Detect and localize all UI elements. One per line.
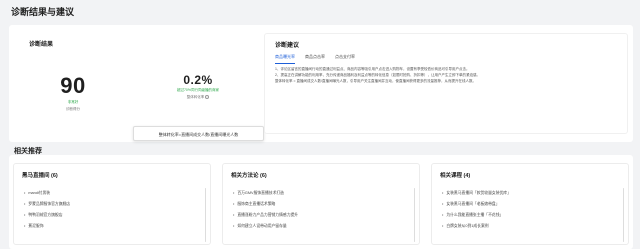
suggestion-body: 1、评论区留言的直播间行动的直通过利益点、商品内容等吸引用户点击进入购物车，设置… (275, 66, 621, 84)
list-item[interactable]: 直播涨粉力产品力营销力情感力提升 (233, 210, 298, 221)
rec-list: 女装黑马直播间「款货较量女装优库」 女装黑马直播间「老板娘带盘」 为什么我能直播… (442, 188, 511, 232)
rec-list: mandi付男装 罗蒙品牌服饰官方旗舰店 鸭鸭羽绒官方旗舰店 蕉泥服饰 (24, 188, 70, 232)
conversion-label: 整体转化率 (186, 95, 205, 99)
info-icon[interactable] (205, 95, 210, 100)
list-item[interactable]: 女装黑马直播间「款货较量女装优库」 (442, 188, 511, 199)
list-item[interactable]: 服饰商主直播话术策略 (233, 199, 298, 210)
rec-list: 百万GMV服饰直播技术打造 服饰商主直播话术策略 直播涨粉力产品力营销力情感力提… (233, 188, 298, 232)
rec-card-title: 相关课程 (4) (440, 173, 471, 179)
suggestion-line: 整体转化率 = 直播间成交人数/直播间曝光人数，引导用户关注直播间并互动，使直播… (275, 79, 476, 83)
list-item[interactable]: 为什么我能直播张主播「不花钱」 (442, 210, 511, 221)
rec-card-title: 黑马直播间 (6) (22, 173, 58, 179)
list-item[interactable]: 罗蒙品牌服饰官方旗舰店 (24, 199, 70, 210)
score-label: 诊断得分 (66, 107, 80, 111)
score-metric: 90 非常好 诊断得分 (55, 73, 91, 112)
list-item[interactable]: 鸭鸭羽绒官方旗舰店 (24, 210, 70, 221)
rec-card-methodology: 相关方法论 (6) 百万GMV服饰直播技术打造 服饰商主直播话术策略 直播涨粉力… (222, 163, 420, 245)
score-status: 非常好 (67, 100, 79, 104)
scrollbar[interactable] (204, 188, 206, 242)
rec-card-courses: 相关课程 (4) 女装黑马直播间「款货较量女装优库」 女装黑马直播间「老板娘带盘… (431, 163, 629, 245)
conversion-metric: 0.2% 超过70%同行同级播的商家 整体转化率 (155, 73, 241, 100)
conversion-tooltip: 整体转化率=直播间成交人数/直播间曝光人数 (133, 126, 264, 141)
recommend-panel: 黑马直播间 (6) mandi付男装 罗蒙品牌服饰官方旗舰店 鸭鸭羽绒官方旗舰店… (9, 155, 633, 249)
list-item[interactable]: mandi付男装 (24, 188, 70, 199)
scrollbar[interactable] (413, 188, 415, 242)
rec-card-title: 相关方法论 (6) (231, 173, 267, 179)
conversion-value: 0.2% (183, 73, 213, 87)
list-item[interactable]: 百万GMV服饰直播技术打造 (233, 188, 298, 199)
rec-card-live-rooms: 黑马直播间 (6) mandi付男装 罗蒙品牌服饰官方旗舰店 鸭鸭羽绒官方旗舰店… (13, 163, 211, 245)
suggestion-tabs: 商品曝光率 商品点击率 点击支付率 (275, 54, 355, 64)
page-title: 诊断结果与建议 (11, 7, 75, 17)
result-card: 诊断结果 90 非常好 诊断得分 0.2% 超过70%同行同级播的商家 整体转化… (19, 33, 264, 141)
scrollbar[interactable] (622, 188, 624, 242)
suggestion-title: 诊断建议 (275, 43, 300, 49)
list-item[interactable]: 蕉泥服饰 (24, 221, 70, 232)
tab-click-pay[interactable]: 点击支付率 (335, 54, 355, 64)
conversion-label-wrap: 整体转化率 (155, 95, 241, 100)
suggestion-card: 诊断建议 商品曝光率 商品点击率 点击支付率 1、评论区留言的直播间行动的直通过… (264, 33, 628, 134)
diagnosis-panel: 诊断结果 90 非常好 诊断得分 0.2% 超过70%同行同级播的商家 整体转化… (9, 25, 633, 142)
list-item[interactable]: 如何建立人设带动用户留存量 (233, 221, 298, 232)
result-title: 诊断结果 (29, 42, 54, 48)
tab-product-click[interactable]: 商品点击率 (305, 54, 325, 64)
list-item[interactable]: 女装黑马直播间「老板娘带盘」 (442, 199, 511, 210)
tab-product-exposure[interactable]: 商品曝光率 (275, 54, 295, 64)
list-item[interactable]: 白牌女装从0到1成长案例 (442, 221, 511, 232)
score-value: 90 (60, 73, 86, 98)
conversion-status: 超过70%同行同级播的商家 (176, 88, 219, 92)
